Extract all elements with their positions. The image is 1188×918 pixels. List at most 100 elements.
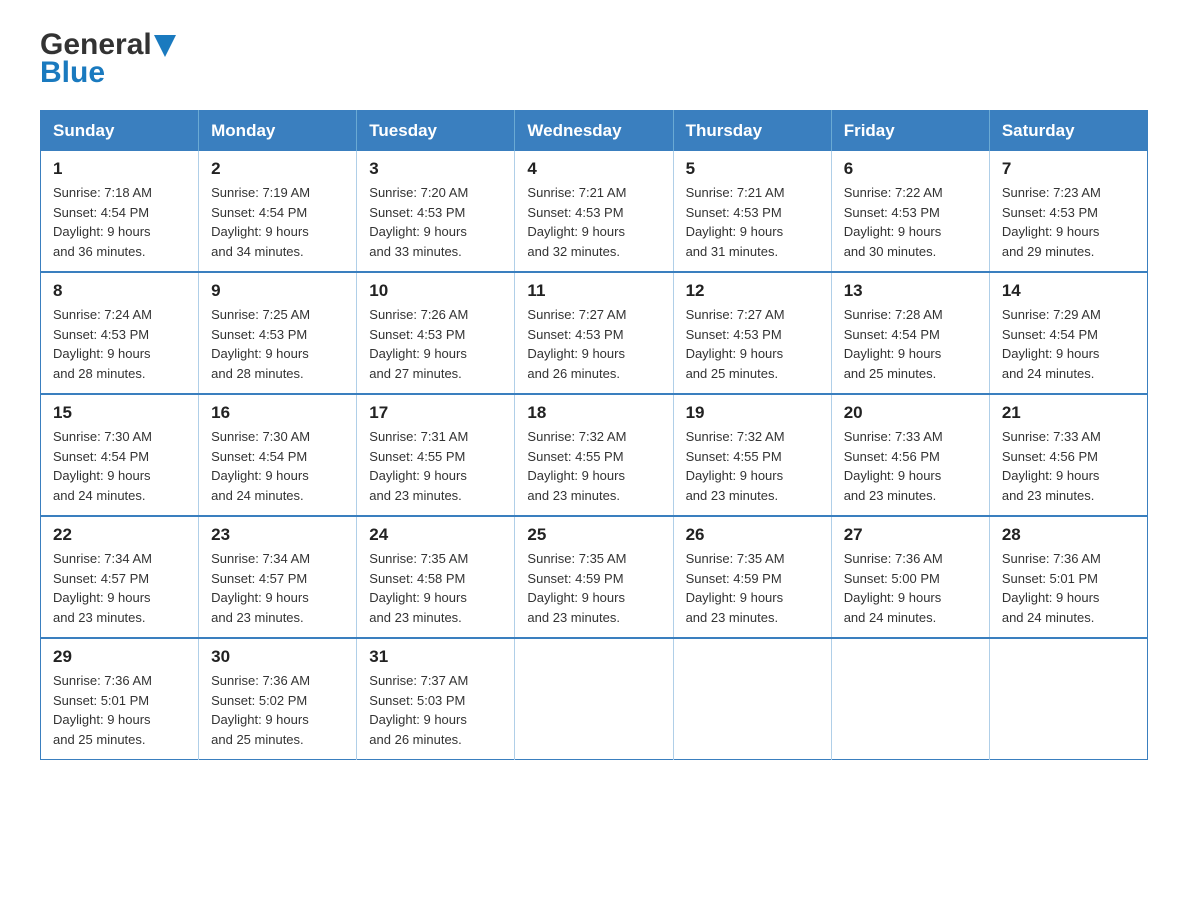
day-info: Sunrise: 7:19 AMSunset: 4:54 PMDaylight:… (211, 185, 310, 259)
day-info: Sunrise: 7:22 AMSunset: 4:53 PMDaylight:… (844, 185, 943, 259)
day-number: 2 (211, 159, 344, 179)
column-header-sunday: Sunday (41, 111, 199, 152)
day-info: Sunrise: 7:36 AMSunset: 5:02 PMDaylight:… (211, 673, 310, 747)
day-info: Sunrise: 7:24 AMSunset: 4:53 PMDaylight:… (53, 307, 152, 381)
calendar-cell: 14 Sunrise: 7:29 AMSunset: 4:54 PMDaylig… (989, 272, 1147, 394)
day-info: Sunrise: 7:25 AMSunset: 4:53 PMDaylight:… (211, 307, 310, 381)
calendar-week-row: 22 Sunrise: 7:34 AMSunset: 4:57 PMDaylig… (41, 516, 1148, 638)
logo-blue: Blue (40, 56, 105, 90)
calendar-cell: 22 Sunrise: 7:34 AMSunset: 4:57 PMDaylig… (41, 516, 199, 638)
calendar-cell (989, 638, 1147, 760)
calendar-cell: 8 Sunrise: 7:24 AMSunset: 4:53 PMDayligh… (41, 272, 199, 394)
day-number: 24 (369, 525, 502, 545)
day-number: 8 (53, 281, 186, 301)
calendar-cell: 19 Sunrise: 7:32 AMSunset: 4:55 PMDaylig… (673, 394, 831, 516)
day-info: Sunrise: 7:29 AMSunset: 4:54 PMDaylight:… (1002, 307, 1101, 381)
page-header: General Blue (40, 30, 1148, 90)
day-number: 15 (53, 403, 186, 423)
day-info: Sunrise: 7:34 AMSunset: 4:57 PMDaylight:… (53, 551, 152, 625)
day-info: Sunrise: 7:23 AMSunset: 4:53 PMDaylight:… (1002, 185, 1101, 259)
calendar-cell: 4 Sunrise: 7:21 AMSunset: 4:53 PMDayligh… (515, 151, 673, 272)
day-info: Sunrise: 7:33 AMSunset: 4:56 PMDaylight:… (1002, 429, 1101, 503)
calendar-week-row: 29 Sunrise: 7:36 AMSunset: 5:01 PMDaylig… (41, 638, 1148, 760)
day-number: 23 (211, 525, 344, 545)
day-number: 28 (1002, 525, 1135, 545)
day-number: 27 (844, 525, 977, 545)
day-info: Sunrise: 7:36 AMSunset: 5:01 PMDaylight:… (1002, 551, 1101, 625)
column-header-friday: Friday (831, 111, 989, 152)
calendar-cell: 17 Sunrise: 7:31 AMSunset: 4:55 PMDaylig… (357, 394, 515, 516)
day-info: Sunrise: 7:21 AMSunset: 4:53 PMDaylight:… (686, 185, 785, 259)
day-info: Sunrise: 7:35 AMSunset: 4:58 PMDaylight:… (369, 551, 468, 625)
calendar-cell: 24 Sunrise: 7:35 AMSunset: 4:58 PMDaylig… (357, 516, 515, 638)
day-number: 26 (686, 525, 819, 545)
calendar-cell: 16 Sunrise: 7:30 AMSunset: 4:54 PMDaylig… (199, 394, 357, 516)
calendar-cell: 18 Sunrise: 7:32 AMSunset: 4:55 PMDaylig… (515, 394, 673, 516)
day-info: Sunrise: 7:26 AMSunset: 4:53 PMDaylight:… (369, 307, 468, 381)
day-info: Sunrise: 7:36 AMSunset: 5:01 PMDaylight:… (53, 673, 152, 747)
calendar-header-row: SundayMondayTuesdayWednesdayThursdayFrid… (41, 111, 1148, 152)
day-number: 7 (1002, 159, 1135, 179)
day-number: 31 (369, 647, 502, 667)
calendar-cell: 1 Sunrise: 7:18 AMSunset: 4:54 PMDayligh… (41, 151, 199, 272)
day-info: Sunrise: 7:18 AMSunset: 4:54 PMDaylight:… (53, 185, 152, 259)
day-number: 17 (369, 403, 502, 423)
column-header-saturday: Saturday (989, 111, 1147, 152)
day-info: Sunrise: 7:37 AMSunset: 5:03 PMDaylight:… (369, 673, 468, 747)
day-info: Sunrise: 7:20 AMSunset: 4:53 PMDaylight:… (369, 185, 468, 259)
calendar-cell: 20 Sunrise: 7:33 AMSunset: 4:56 PMDaylig… (831, 394, 989, 516)
day-info: Sunrise: 7:32 AMSunset: 4:55 PMDaylight:… (686, 429, 785, 503)
day-number: 12 (686, 281, 819, 301)
day-info: Sunrise: 7:33 AMSunset: 4:56 PMDaylight:… (844, 429, 943, 503)
day-number: 19 (686, 403, 819, 423)
day-info: Sunrise: 7:27 AMSunset: 4:53 PMDaylight:… (686, 307, 785, 381)
day-number: 14 (1002, 281, 1135, 301)
calendar-cell (673, 638, 831, 760)
day-number: 13 (844, 281, 977, 301)
day-info: Sunrise: 7:35 AMSunset: 4:59 PMDaylight:… (527, 551, 626, 625)
day-number: 9 (211, 281, 344, 301)
day-number: 6 (844, 159, 977, 179)
day-number: 29 (53, 647, 186, 667)
day-number: 1 (53, 159, 186, 179)
calendar-cell: 29 Sunrise: 7:36 AMSunset: 5:01 PMDaylig… (41, 638, 199, 760)
column-header-thursday: Thursday (673, 111, 831, 152)
column-header-wednesday: Wednesday (515, 111, 673, 152)
day-number: 20 (844, 403, 977, 423)
day-number: 10 (369, 281, 502, 301)
column-header-monday: Monday (199, 111, 357, 152)
day-info: Sunrise: 7:35 AMSunset: 4:59 PMDaylight:… (686, 551, 785, 625)
calendar-cell: 27 Sunrise: 7:36 AMSunset: 5:00 PMDaylig… (831, 516, 989, 638)
calendar-week-row: 15 Sunrise: 7:30 AMSunset: 4:54 PMDaylig… (41, 394, 1148, 516)
day-info: Sunrise: 7:34 AMSunset: 4:57 PMDaylight:… (211, 551, 310, 625)
calendar-week-row: 1 Sunrise: 7:18 AMSunset: 4:54 PMDayligh… (41, 151, 1148, 272)
day-info: Sunrise: 7:31 AMSunset: 4:55 PMDaylight:… (369, 429, 468, 503)
calendar-cell: 23 Sunrise: 7:34 AMSunset: 4:57 PMDaylig… (199, 516, 357, 638)
calendar-cell: 3 Sunrise: 7:20 AMSunset: 4:53 PMDayligh… (357, 151, 515, 272)
day-info: Sunrise: 7:36 AMSunset: 5:00 PMDaylight:… (844, 551, 943, 625)
day-number: 4 (527, 159, 660, 179)
calendar-cell: 21 Sunrise: 7:33 AMSunset: 4:56 PMDaylig… (989, 394, 1147, 516)
day-info: Sunrise: 7:21 AMSunset: 4:53 PMDaylight:… (527, 185, 626, 259)
day-number: 22 (53, 525, 186, 545)
calendar-cell: 31 Sunrise: 7:37 AMSunset: 5:03 PMDaylig… (357, 638, 515, 760)
calendar-cell: 7 Sunrise: 7:23 AMSunset: 4:53 PMDayligh… (989, 151, 1147, 272)
day-number: 30 (211, 647, 344, 667)
day-info: Sunrise: 7:30 AMSunset: 4:54 PMDaylight:… (211, 429, 310, 503)
calendar-cell: 9 Sunrise: 7:25 AMSunset: 4:53 PMDayligh… (199, 272, 357, 394)
calendar-cell: 11 Sunrise: 7:27 AMSunset: 4:53 PMDaylig… (515, 272, 673, 394)
day-info: Sunrise: 7:27 AMSunset: 4:53 PMDaylight:… (527, 307, 626, 381)
logo-triangle-icon (154, 35, 176, 57)
calendar-cell: 30 Sunrise: 7:36 AMSunset: 5:02 PMDaylig… (199, 638, 357, 760)
day-number: 18 (527, 403, 660, 423)
day-number: 21 (1002, 403, 1135, 423)
calendar-week-row: 8 Sunrise: 7:24 AMSunset: 4:53 PMDayligh… (41, 272, 1148, 394)
calendar-cell: 5 Sunrise: 7:21 AMSunset: 4:53 PMDayligh… (673, 151, 831, 272)
day-info: Sunrise: 7:30 AMSunset: 4:54 PMDaylight:… (53, 429, 152, 503)
logo: General Blue (40, 30, 176, 90)
calendar-cell: 10 Sunrise: 7:26 AMSunset: 4:53 PMDaylig… (357, 272, 515, 394)
calendar-cell: 15 Sunrise: 7:30 AMSunset: 4:54 PMDaylig… (41, 394, 199, 516)
calendar-cell (515, 638, 673, 760)
calendar-table: SundayMondayTuesdayWednesdayThursdayFrid… (40, 110, 1148, 760)
calendar-cell: 12 Sunrise: 7:27 AMSunset: 4:53 PMDaylig… (673, 272, 831, 394)
